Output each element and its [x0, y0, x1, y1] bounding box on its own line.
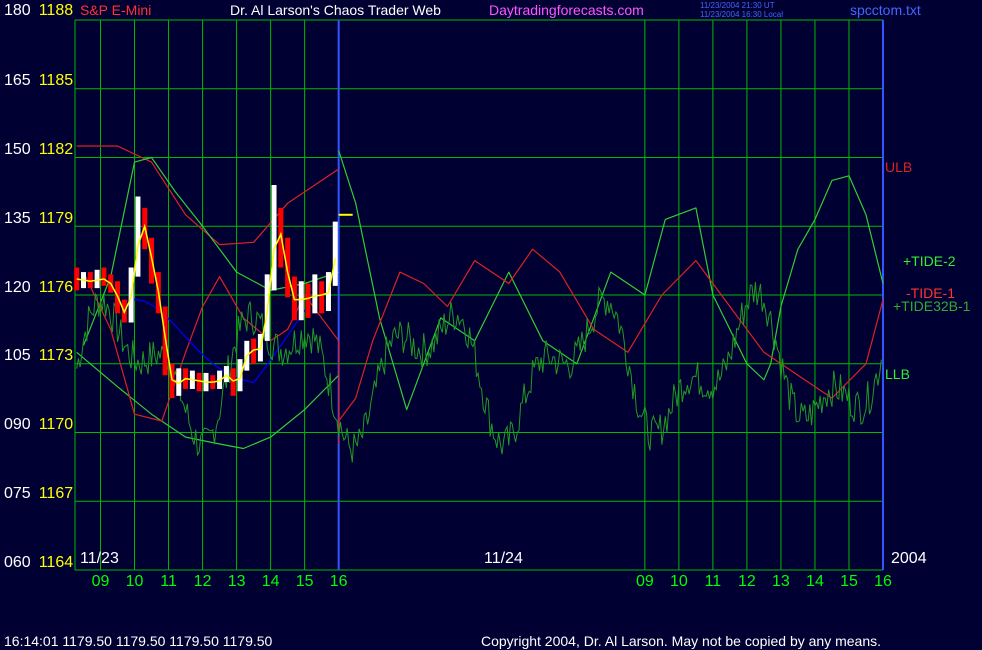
y-left-tick: 075: [4, 485, 31, 502]
x-tick: 13: [227, 573, 246, 590]
y-label-150: 150 1182: [4, 141, 73, 159]
y-label-105: 105 1173: [4, 347, 73, 365]
timestamp-local: 11/23/2004 16:30 Local: [700, 10, 784, 19]
x-tick: 15: [840, 573, 858, 590]
y-right-tick: 1179: [38, 210, 74, 227]
y-label-075: 075 1167: [4, 485, 73, 503]
date-label-1123: 11/23: [80, 550, 119, 567]
y-right-tick: 1182: [38, 141, 74, 158]
y-right-tick: 1170: [38, 416, 74, 433]
legend-llb: LLB: [885, 366, 910, 382]
file-name: spcctom.txt: [850, 2, 921, 18]
timestamp-ut: 11/23/2004 21:30 UT: [700, 1, 775, 10]
y-label-180: 180 1188: [4, 2, 73, 20]
date-label-1124: 11/24: [484, 550, 523, 567]
y-left-tick: 060: [4, 554, 31, 571]
y-left-tick: 135: [4, 210, 31, 227]
x-tick: 10: [669, 573, 688, 590]
y-label-120: 120 1176: [4, 279, 73, 297]
x-tick: 16: [329, 573, 348, 590]
x-tick: 11: [160, 573, 177, 590]
legend-tide32b-1: +TIDE32B-1: [893, 298, 971, 314]
site-url[interactable]: Daytradingforecasts.com: [489, 2, 644, 18]
y-right-tick: 1167: [38, 485, 74, 502]
y-left-tick: 150: [4, 141, 31, 158]
y-left-tick: 165: [4, 72, 31, 89]
copyright: Copyright 2004, Dr. Al Larson. May not b…: [481, 633, 882, 649]
y-left-tick: 120: [4, 279, 31, 296]
x-tick: 13: [772, 573, 790, 590]
x-tick: 09: [91, 573, 110, 590]
y-right-tick: 1176: [38, 279, 74, 296]
y-right-tick: 1185: [38, 72, 74, 89]
y-label-090: 090 1170: [4, 416, 73, 434]
y-right-tick: 1173: [38, 347, 74, 364]
y-left-tick: 105: [4, 347, 31, 364]
x-tick: 10: [125, 573, 144, 590]
legend-tide-2: +TIDE-2: [903, 253, 956, 269]
x-tick: 12: [738, 573, 756, 590]
y-left-tick: 090: [4, 416, 31, 433]
year-label: 2004: [891, 550, 927, 567]
y-right-tick: 1164: [38, 554, 74, 571]
x-tick: 16: [874, 573, 892, 590]
y-label-135: 135 1179: [4, 210, 73, 228]
y-left-tick: 180: [4, 2, 31, 19]
instrument-label: S&P E-Mini: [80, 2, 152, 18]
x-tick: 14: [806, 573, 824, 590]
x-tick: 09: [635, 573, 654, 590]
legend-ulb: ULB: [885, 159, 913, 175]
x-tick: 12: [193, 573, 212, 590]
y-label-060: 060 1164: [4, 554, 73, 572]
x-tick: 15: [295, 573, 314, 590]
x-tick: 11: [704, 573, 722, 590]
quote-line: 16:14:01 1179.50 1179.50 1179.50 1179.50: [4, 633, 273, 649]
site-title: Dr. Al Larson's Chaos Trader Web: [230, 2, 441, 18]
y-right-tick: 1188: [38, 2, 74, 19]
y-label-165: 165 1185: [4, 72, 73, 90]
x-tick: 14: [261, 573, 280, 590]
